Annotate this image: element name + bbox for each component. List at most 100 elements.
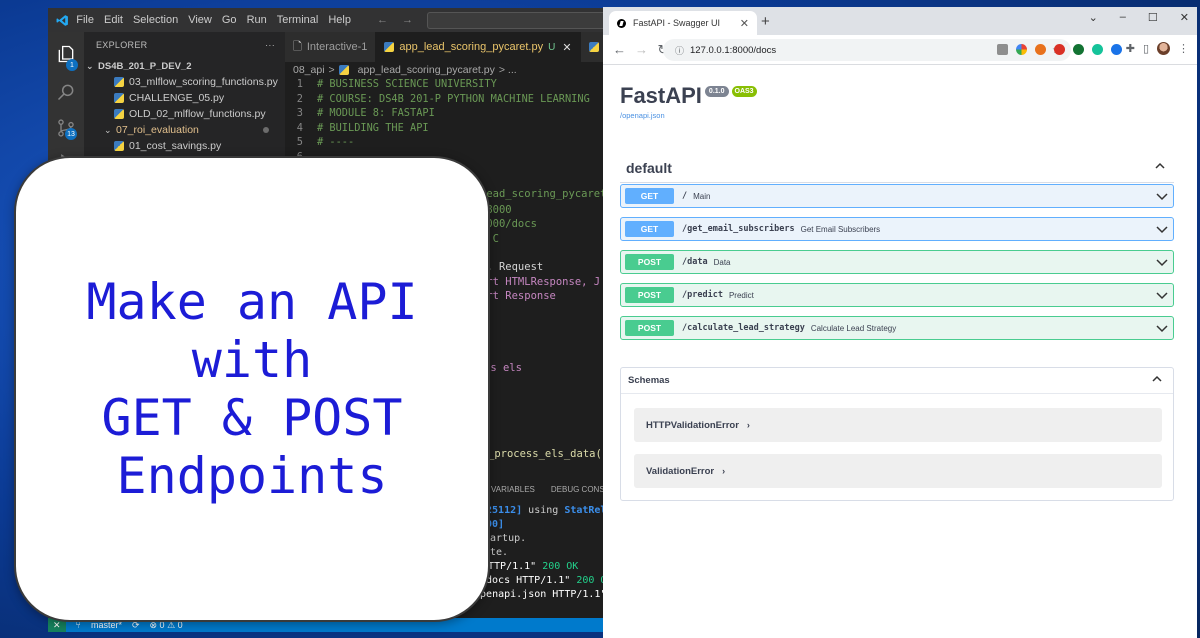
menu-selection[interactable]: Selection bbox=[133, 14, 178, 26]
breadcrumb-file[interactable]: app_lead_scoring_pycaret.py bbox=[358, 64, 495, 76]
forward-arrow-icon[interactable]: → bbox=[402, 14, 413, 26]
back-icon[interactable]: ← bbox=[613, 42, 626, 57]
breadcrumb-folder[interactable]: 08_api bbox=[293, 64, 325, 76]
code-editor[interactable]: 1 # BUSINESS SCIENCE UNIVERSITY 2 # COURSE… bbox=[285, 78, 606, 165]
tag-section-default[interactable]: default bbox=[620, 153, 1174, 183]
tab-label: app_lead_scoring_pycaret.py bbox=[399, 41, 544, 53]
grammarly-icon[interactable] bbox=[1092, 44, 1103, 55]
menu-view[interactable]: View bbox=[188, 14, 212, 26]
chevron-right-icon[interactable]: › bbox=[747, 420, 750, 430]
extension-icon[interactable] bbox=[1073, 44, 1084, 55]
code-text: # ---- bbox=[317, 136, 355, 148]
profile-avatar[interactable] bbox=[1157, 42, 1170, 55]
operation-post-data[interactable]: POST /data Data bbox=[620, 250, 1174, 274]
menu-terminal[interactable]: Terminal bbox=[277, 14, 319, 26]
back-arrow-icon[interactable]: ← bbox=[377, 14, 388, 26]
python-file-icon bbox=[588, 42, 599, 52]
extension-icon[interactable] bbox=[1035, 44, 1046, 55]
python-file-icon bbox=[114, 77, 124, 87]
chevron-down-icon: ⌄ bbox=[104, 124, 112, 135]
more-menu-icon[interactable]: ⋮ bbox=[1178, 42, 1189, 55]
browser-toolbar: ← → ↻ ⓘ 127.0.0.1:8000/docs ⇪ ☆ ✚ ▯ ⋮ bbox=[603, 35, 1197, 65]
breadcrumb: 08_api > app_lead_scoring_pycaret.py > .… bbox=[293, 62, 517, 78]
operation-get-main[interactable]: GET / Main bbox=[620, 184, 1174, 208]
code-text: # BUSINESS SCIENCE UNIVERSITY bbox=[317, 78, 497, 90]
code-text: # COURSE: DS4B 201-P PYTHON MACHINE LEAR… bbox=[317, 92, 590, 105]
fastapi-favicon-icon bbox=[617, 18, 626, 28]
chevron-right-icon[interactable]: › bbox=[722, 466, 725, 476]
title-line: GET & POST bbox=[101, 389, 403, 447]
schemas-header[interactable]: Schemas bbox=[621, 368, 1173, 394]
python-file-icon bbox=[384, 42, 395, 52]
tab-interactive[interactable]: 🗋 Interactive-1 bbox=[285, 32, 377, 62]
operation-summary: Data bbox=[713, 257, 731, 267]
extension-icon[interactable] bbox=[1016, 44, 1027, 55]
file-item[interactable]: 03_mlflow_scoring_functions.py bbox=[84, 74, 285, 90]
explorer-label: EXPLORER bbox=[96, 40, 148, 50]
python-file-icon bbox=[114, 141, 124, 151]
schema-model[interactable]: HTTPValidationError › bbox=[634, 408, 1162, 442]
chevron-down-icon[interactable] bbox=[1155, 288, 1169, 302]
operation-summary: Predict bbox=[728, 290, 754, 300]
menu-go[interactable]: Go bbox=[222, 14, 237, 26]
tab-search-icon[interactable]: ⌄ bbox=[1089, 11, 1098, 24]
title-line: with bbox=[191, 331, 313, 389]
file-item[interactable]: OLD_02_mlflow_functions.py bbox=[84, 106, 285, 122]
terminal-text: StatRel bbox=[564, 505, 606, 516]
operation-post-predict[interactable]: POST /predict Predict bbox=[620, 283, 1174, 307]
chevron-up-icon[interactable] bbox=[1154, 160, 1166, 175]
breadcrumb-more[interactable]: > ... bbox=[499, 64, 517, 76]
extensions-area bbox=[997, 44, 1122, 55]
code-line: 3 # MODULE 8: FASTAPI bbox=[285, 107, 606, 122]
project-folder[interactable]: ⌄ DS4B_201_P_DEV_2 bbox=[84, 58, 285, 74]
file-item[interactable]: 01_cost_savings.py bbox=[84, 138, 285, 154]
chevron-down-icon[interactable] bbox=[1155, 189, 1169, 203]
maximize-button[interactable]: ☐ bbox=[1148, 11, 1158, 24]
extension-icon[interactable] bbox=[1054, 44, 1065, 55]
operation-get-email-subscribers[interactable]: GET /get_email_subscribers Get Email Sub… bbox=[620, 217, 1174, 241]
chevron-down-icon[interactable] bbox=[1155, 222, 1169, 236]
method-badge: GET bbox=[625, 188, 674, 204]
explorer-more-icon[interactable]: ··· bbox=[265, 40, 275, 50]
chevron-down-icon[interactable] bbox=[1155, 255, 1169, 269]
code-text: # BUILDING THE API bbox=[317, 121, 429, 134]
chevron-down-icon[interactable] bbox=[1155, 321, 1169, 335]
tab-variables[interactable]: VARIABLES bbox=[491, 485, 535, 494]
file-item[interactable]: CHALLENGE_05.py bbox=[84, 90, 285, 106]
openapi-json-link[interactable]: /openapi.json bbox=[620, 111, 665, 120]
extension-icon[interactable] bbox=[997, 44, 1008, 55]
close-icon[interactable]: ✕ bbox=[562, 41, 571, 54]
command-center-input[interactable] bbox=[426, 11, 606, 29]
forward-icon[interactable]: → bbox=[635, 42, 648, 57]
tab-debug-console[interactable]: DEBUG CONSOL bbox=[551, 485, 606, 494]
terminal-text: using bbox=[522, 505, 565, 516]
schema-model[interactable]: ValidationError › bbox=[634, 454, 1162, 488]
operation-path: / bbox=[682, 191, 688, 201]
side-panel-icon[interactable]: ▯ bbox=[1143, 42, 1149, 55]
menu-edit[interactable]: Edit bbox=[104, 14, 123, 26]
extension-icon[interactable] bbox=[1111, 44, 1122, 55]
extensions-puzzle-icon[interactable]: ✚ bbox=[1126, 42, 1135, 55]
close-window-button[interactable]: ✕ bbox=[1180, 11, 1189, 24]
code-text: # MODULE 8: FASTAPI bbox=[317, 107, 435, 119]
menu-help[interactable]: Help bbox=[328, 14, 351, 26]
folder-item[interactable]: ⌄ 07_roi_evaluation bbox=[84, 122, 285, 138]
file-name: 01_cost_savings.py bbox=[129, 140, 222, 152]
terminal-text: tartup. bbox=[484, 533, 527, 544]
editor-tabs: 🗋 Interactive-1 app_lead_scoring_pycaret… bbox=[285, 32, 606, 62]
operation-post-calculate-lead-strategy[interactable]: POST /calculate_lead_strategy Calculate … bbox=[620, 316, 1174, 340]
chevron-up-icon[interactable] bbox=[1151, 372, 1163, 390]
menu-file[interactable]: File bbox=[76, 14, 94, 26]
window-controls: ⌄ – ☐ ✕ bbox=[1089, 11, 1189, 24]
close-tab-icon[interactable]: ✕ bbox=[740, 17, 749, 30]
search-icon[interactable] bbox=[56, 82, 76, 102]
tab-app-lead-scoring[interactable]: app_lead_scoring_pycaret.py U ✕ bbox=[376, 32, 581, 62]
title-card-text: Make an API with GET & POST Endpoints bbox=[86, 273, 417, 505]
oas-badge: OAS3 bbox=[731, 85, 757, 97]
new-tab-button[interactable]: + bbox=[761, 13, 770, 30]
minimize-button[interactable]: – bbox=[1120, 11, 1126, 24]
menu-run[interactable]: Run bbox=[247, 14, 267, 26]
browser-tab[interactable]: FastAPI - Swagger UI ✕ bbox=[609, 11, 757, 35]
site-info-icon[interactable]: ⓘ bbox=[675, 44, 684, 57]
vscode-menu-bar: File Edit Selection View Go Run Terminal… bbox=[76, 14, 351, 26]
